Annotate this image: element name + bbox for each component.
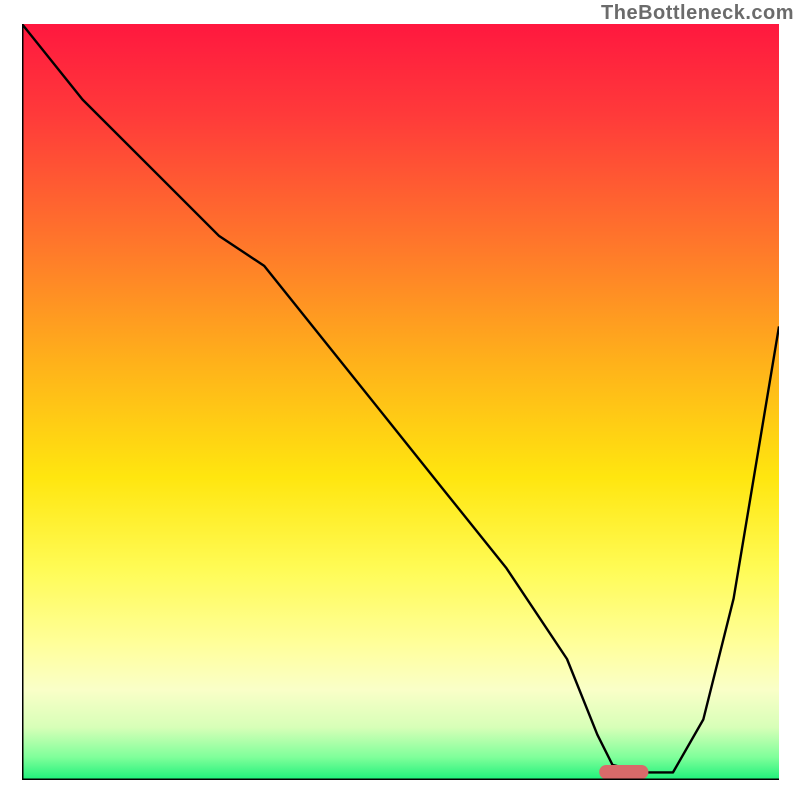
- gradient-background: [22, 24, 779, 780]
- watermark-text: TheBottleneck.com: [601, 2, 794, 25]
- chart-canvas: [22, 24, 779, 780]
- optimal-marker: [599, 765, 648, 779]
- chart-svg: [22, 24, 779, 780]
